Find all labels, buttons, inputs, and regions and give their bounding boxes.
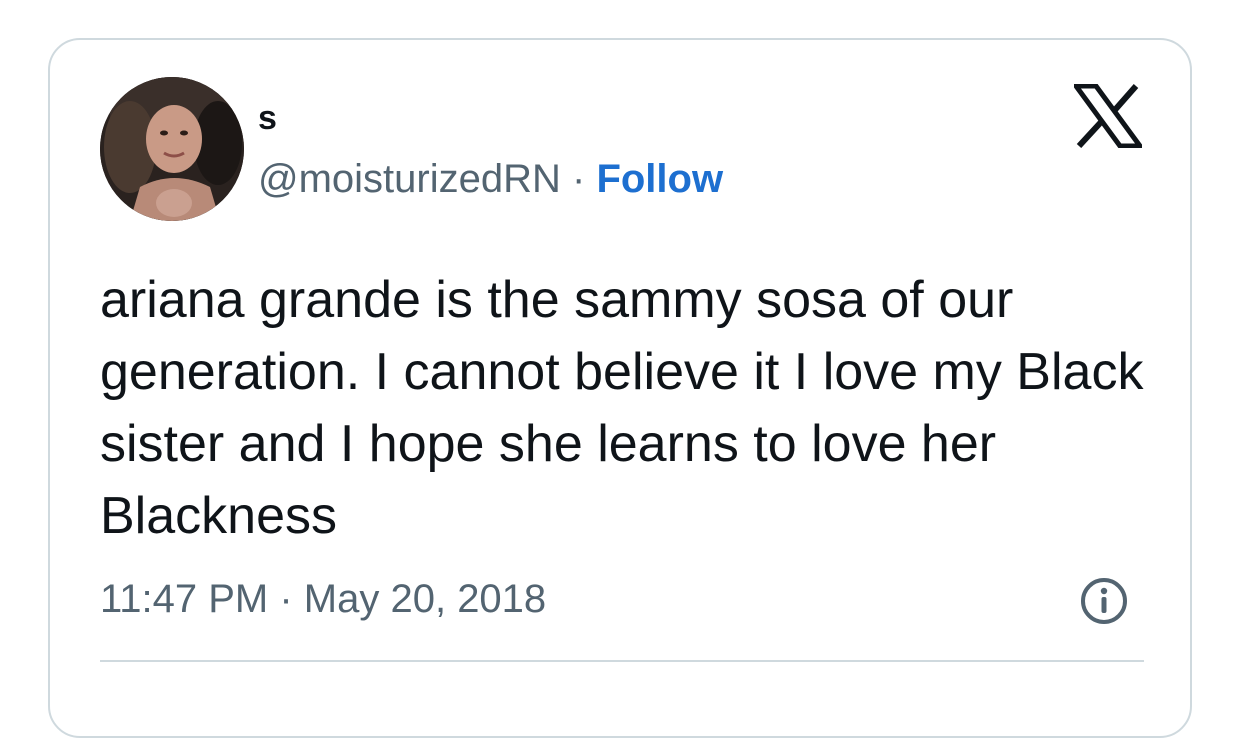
avatar-image: [100, 77, 244, 221]
tweet-timestamp[interactable]: 11:47 PM · May 20, 2018: [100, 575, 546, 623]
user-handle[interactable]: @moisturizedRN: [258, 157, 561, 201]
x-logo-icon[interactable]: [1071, 83, 1145, 149]
info-icon[interactable]: [1080, 577, 1128, 625]
display-name[interactable]: s: [258, 98, 277, 138]
handle-line: @moisturizedRN · Follow: [258, 155, 723, 203]
tweet-text: ariana grande is the sammy sosa of our g…: [100, 271, 1144, 545]
divider: [100, 660, 1144, 662]
follow-button[interactable]: Follow: [596, 157, 723, 201]
separator-dot: ·: [560, 157, 597, 201]
tweet-card: s @moisturizedRN · Follow ariana grande …: [48, 38, 1192, 738]
avatar[interactable]: [100, 77, 244, 221]
